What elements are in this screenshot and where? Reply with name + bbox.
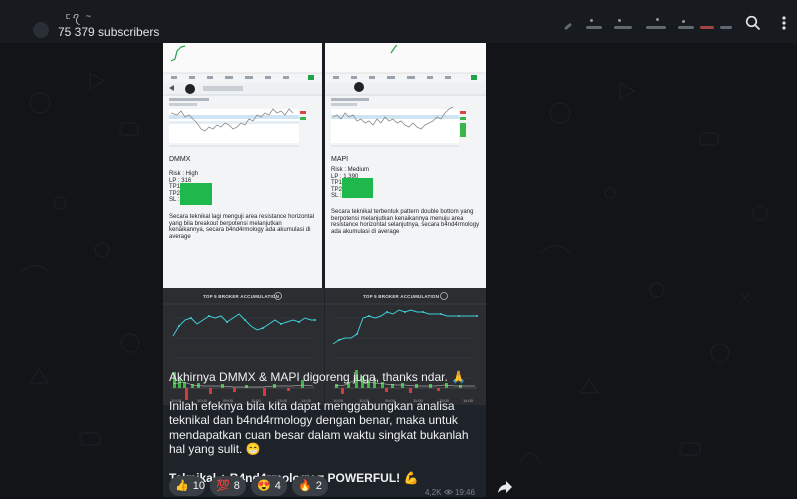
channel-post[interactable]: DMMX Risk : High LP : 316 TP1 TP2 SL : S…: [163, 43, 486, 497]
reaction-hundred[interactable]: 💯 8: [210, 476, 246, 496]
post-meta: 4,2K 19:46: [425, 488, 475, 497]
post-text: Akhirnya DMMX & MAPI digoreng juga, than…: [169, 370, 482, 485]
reaction-heart-eyes[interactable]: 😍 4: [251, 476, 287, 496]
channel-header[interactable]: ᥴꪖ ~ 75 379 subscribers: [0, 0, 797, 43]
dmmx-sl: SL :: [169, 197, 180, 203]
dmmx-ticker: DMMX: [169, 156, 191, 163]
view-count: 4,2K: [425, 488, 442, 497]
dmmx-screenshot-graphics: [163, 43, 322, 147]
photo-dmmx-analysis[interactable]: DMMX Risk : High LP : 316 TP1 TP2 SL : S…: [163, 43, 322, 288]
blurred-header-actions: [560, 14, 740, 34]
reaction-thumbs-up[interactable]: 👍 10: [169, 476, 205, 496]
channel-title[interactable]: ᥴꪖ ~: [66, 12, 106, 21]
reaction-emoji: 💯: [216, 480, 230, 492]
mapi-screenshot-graphics: [325, 43, 486, 147]
mapi-sl: SL :: [331, 193, 342, 199]
photo-mapi-analysis[interactable]: MAPI Risk : Medium LP : 1.390 TP1 TP2 SL…: [325, 43, 486, 288]
mapi-redacted-targets: [342, 178, 373, 198]
subscriber-count: 75 379 subscribers: [58, 25, 160, 39]
dmmx-description: Secara teknikal lagi menguji area resist…: [169, 214, 315, 240]
post-text-line-2: Inilah efeknya bila kita dapat menggabun…: [169, 398, 469, 457]
mapi-ticker: MAPI: [331, 156, 349, 163]
reaction-count: 4: [274, 480, 281, 492]
reaction-emoji: 👍: [175, 480, 189, 492]
reaction-fire[interactable]: 🔥 2: [292, 476, 328, 496]
post-time: 19:46: [454, 488, 475, 497]
reaction-emoji: 🔥: [298, 480, 312, 492]
search-icon[interactable]: [742, 12, 764, 34]
eye-icon: [443, 488, 455, 497]
reaction-count: 8: [233, 480, 240, 492]
dmmx-redacted-targets: [180, 183, 212, 205]
reaction-emoji: 😍: [257, 480, 271, 492]
share-icon[interactable]: [497, 480, 517, 497]
post-text-line-1: Akhirnya DMMX & MAPI digoreng juga, than…: [169, 370, 467, 384]
reaction-count: 2: [315, 480, 322, 492]
more-vert-icon[interactable]: [773, 12, 795, 34]
channel-avatar[interactable]: [33, 22, 49, 38]
reaction-count: 10: [192, 480, 205, 492]
mapi-description: Secara teknikal terbentuk pattern double…: [331, 209, 480, 235]
